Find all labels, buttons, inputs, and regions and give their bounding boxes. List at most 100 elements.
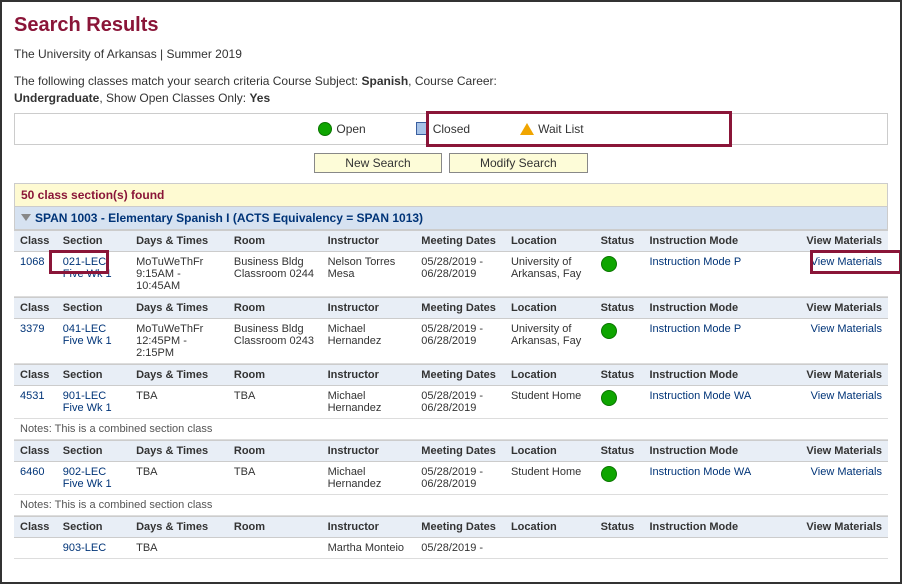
view-materials-link[interactable]: View Materials bbox=[811, 390, 882, 402]
criteria-openonly: Yes bbox=[249, 91, 270, 105]
col-section[interactable]: Section bbox=[57, 297, 130, 318]
instruction-mode-link[interactable]: Instruction Mode WA bbox=[649, 466, 751, 478]
view-materials-link[interactable]: View Materials bbox=[811, 256, 882, 268]
open-icon bbox=[601, 390, 617, 406]
col-days-times[interactable]: Days & Times bbox=[130, 230, 228, 251]
class-link[interactable]: 3379 bbox=[20, 323, 44, 335]
col-section[interactable]: Section bbox=[57, 516, 130, 537]
col-view-materials[interactable]: View Materials bbox=[786, 516, 888, 537]
class-link[interactable]: 1068 bbox=[20, 256, 44, 268]
col-location[interactable]: Location bbox=[505, 440, 595, 461]
course-header[interactable]: SPAN 1003 - Elementary Spanish I (ACTS E… bbox=[14, 207, 888, 230]
section-link[interactable]: Five Wk 1 bbox=[63, 335, 112, 347]
col-class[interactable]: Class bbox=[14, 364, 57, 385]
col-instruction-mode[interactable]: Instruction Mode bbox=[643, 440, 786, 461]
col-instructor[interactable]: Instructor bbox=[322, 516, 416, 537]
col-instruction-mode[interactable]: Instruction Mode bbox=[643, 364, 786, 385]
col-meeting-dates[interactable]: Meeting Dates bbox=[415, 516, 505, 537]
class-link[interactable]: 6460 bbox=[20, 466, 44, 478]
class-link[interactable]: 4531 bbox=[20, 390, 44, 402]
col-instruction-mode[interactable]: Instruction Mode bbox=[643, 297, 786, 318]
section-link[interactable]: 903-LEC bbox=[63, 542, 106, 554]
section-link[interactable]: Five Wk 1 bbox=[63, 402, 112, 414]
criteria-text: , Course Career: bbox=[408, 74, 497, 88]
legend-open-label: Open bbox=[336, 122, 365, 136]
section-link[interactable]: Five Wk 1 bbox=[63, 478, 112, 490]
instructor: Michael Hernandez bbox=[322, 318, 416, 363]
col-view-materials[interactable]: View Materials bbox=[786, 297, 888, 318]
col-instructor[interactable]: Instructor bbox=[322, 297, 416, 318]
criteria-career: Undergraduate bbox=[14, 91, 99, 105]
col-days-times[interactable]: Days & Times bbox=[130, 440, 228, 461]
row-notes: Notes: This is a combined section class bbox=[14, 495, 888, 516]
section-link[interactable]: 041-LEC bbox=[63, 323, 106, 335]
col-view-materials[interactable]: View Materials bbox=[786, 440, 888, 461]
page-title: Search Results bbox=[14, 14, 888, 37]
view-materials-link[interactable]: View Materials bbox=[811, 466, 882, 478]
col-days-times[interactable]: Days & Times bbox=[130, 297, 228, 318]
section-link[interactable]: 021-LEC bbox=[63, 256, 106, 268]
col-view-materials[interactable]: View Materials bbox=[786, 364, 888, 385]
modify-search-button[interactable]: Modify Search bbox=[449, 153, 588, 173]
col-meeting-dates[interactable]: Meeting Dates bbox=[415, 364, 505, 385]
col-status[interactable]: Status bbox=[595, 230, 644, 251]
meeting-dates: 05/28/2019 - bbox=[415, 537, 505, 558]
col-status[interactable]: Status bbox=[595, 297, 644, 318]
col-class[interactable]: Class bbox=[14, 297, 57, 318]
col-section[interactable]: Section bbox=[57, 230, 130, 251]
location bbox=[505, 537, 595, 558]
col-instructor[interactable]: Instructor bbox=[322, 440, 416, 461]
search-criteria: The following classes match your search … bbox=[14, 73, 888, 107]
instructor: Michael Hernandez bbox=[322, 385, 416, 418]
closed-icon bbox=[416, 122, 429, 135]
new-search-button[interactable]: New Search bbox=[314, 153, 441, 173]
col-room[interactable]: Room bbox=[228, 297, 322, 318]
col-room[interactable]: Room bbox=[228, 516, 322, 537]
col-class[interactable]: Class bbox=[14, 440, 57, 461]
col-location[interactable]: Location bbox=[505, 516, 595, 537]
col-room[interactable]: Room bbox=[228, 230, 322, 251]
legend-closed-label: Closed bbox=[433, 122, 470, 136]
col-class[interactable]: Class bbox=[14, 516, 57, 537]
col-location[interactable]: Location bbox=[505, 364, 595, 385]
meeting-dates: 05/28/2019 - 06/28/2019 bbox=[415, 461, 505, 494]
col-room[interactable]: Room bbox=[228, 440, 322, 461]
open-icon bbox=[601, 323, 617, 339]
instruction-mode-link[interactable]: Instruction Mode WA bbox=[649, 390, 751, 402]
col-status[interactable]: Status bbox=[595, 516, 644, 537]
section-link[interactable]: Five Wk 1 bbox=[63, 268, 112, 280]
col-instructor[interactable]: Instructor bbox=[322, 230, 416, 251]
col-days-times[interactable]: Days & Times bbox=[130, 364, 228, 385]
col-room[interactable]: Room bbox=[228, 364, 322, 385]
col-status[interactable]: Status bbox=[595, 440, 644, 461]
col-section[interactable]: Section bbox=[57, 440, 130, 461]
col-location[interactable]: Location bbox=[505, 297, 595, 318]
col-meeting-dates[interactable]: Meeting Dates bbox=[415, 297, 505, 318]
col-days-times[interactable]: Days & Times bbox=[130, 516, 228, 537]
status-cell bbox=[595, 385, 644, 418]
col-meeting-dates[interactable]: Meeting Dates bbox=[415, 440, 505, 461]
section-link[interactable]: 901-LEC bbox=[63, 390, 106, 402]
col-instructor[interactable]: Instructor bbox=[322, 364, 416, 385]
location: University of Arkansas, Fay bbox=[505, 318, 595, 363]
days-times: MoTuWeThFr 12:45PM - 2:15PM bbox=[130, 318, 228, 363]
col-instruction-mode[interactable]: Instruction Mode bbox=[643, 516, 786, 537]
col-instruction-mode[interactable]: Instruction Mode bbox=[643, 230, 786, 251]
room: TBA bbox=[228, 461, 322, 494]
col-location[interactable]: Location bbox=[505, 230, 595, 251]
course-title: SPAN 1003 - Elementary Spanish I (ACTS E… bbox=[35, 211, 423, 225]
col-class[interactable]: Class bbox=[14, 230, 57, 251]
location: University of Arkansas, Fay bbox=[505, 251, 595, 296]
instruction-mode-link[interactable]: Instruction Mode P bbox=[649, 323, 741, 335]
col-status[interactable]: Status bbox=[595, 364, 644, 385]
instructor: Martha Monteio bbox=[322, 537, 416, 558]
section-link[interactable]: 902-LEC bbox=[63, 466, 106, 478]
open-icon bbox=[318, 122, 332, 136]
days-times: TBA bbox=[130, 461, 228, 494]
col-section[interactable]: Section bbox=[57, 364, 130, 385]
view-materials-link[interactable]: View Materials bbox=[811, 323, 882, 335]
open-icon bbox=[601, 466, 617, 482]
col-meeting-dates[interactable]: Meeting Dates bbox=[415, 230, 505, 251]
col-view-materials[interactable]: View Materials bbox=[786, 230, 888, 251]
instruction-mode-link[interactable]: Instruction Mode P bbox=[649, 256, 741, 268]
